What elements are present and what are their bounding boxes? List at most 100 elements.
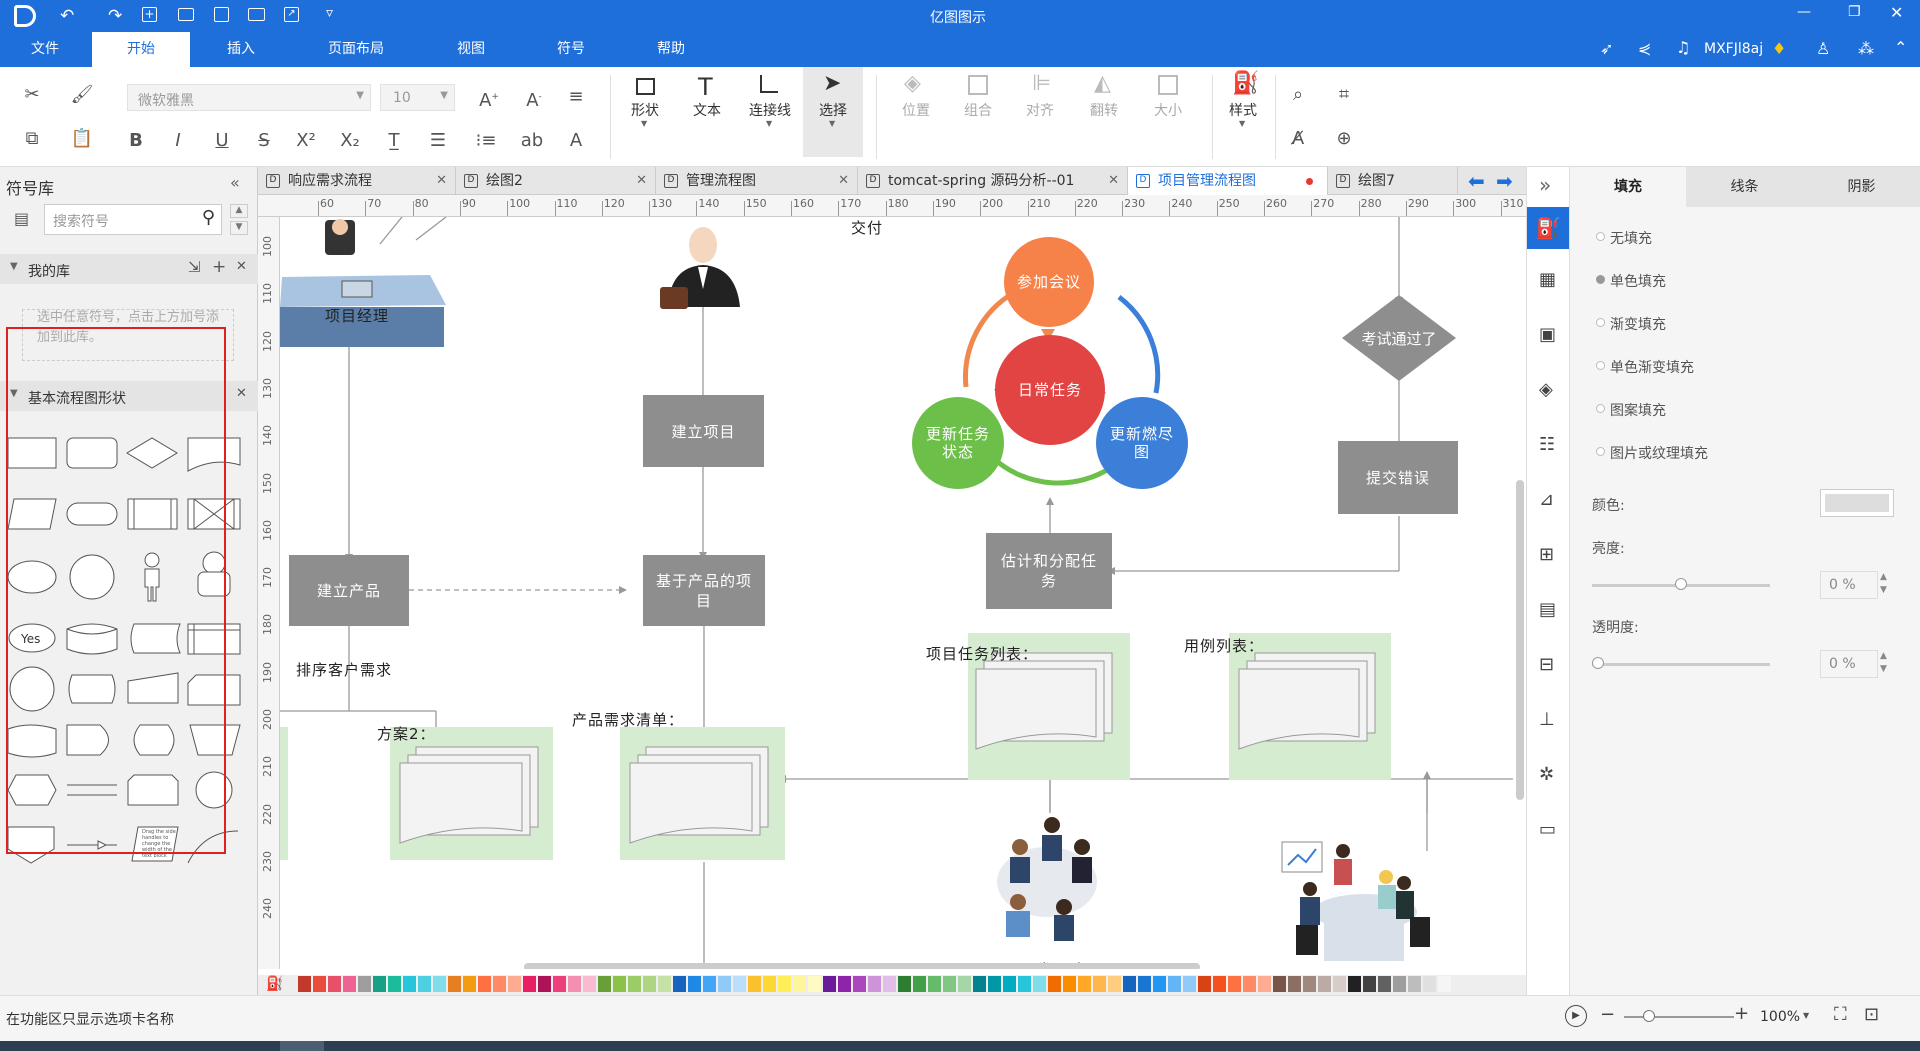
color-swatch[interactable] [718, 976, 731, 992]
color-swatch[interactable] [328, 976, 341, 992]
color-swatch[interactable] [1213, 976, 1226, 992]
search-icon[interactable]: ⚲ [202, 207, 215, 228]
color-swatch[interactable] [568, 976, 581, 992]
strikethrough-icon[interactable]: S [250, 129, 278, 153]
fill-color-icon[interactable]: ⛽ [266, 976, 283, 992]
close-icon[interactable]: ✕ [636, 167, 647, 195]
color-swatch[interactable] [853, 976, 866, 992]
search-input[interactable]: 搜索符号 ⚲ [44, 204, 222, 235]
undo-icon[interactable]: ↶ [60, 6, 74, 26]
radio-solid-fill[interactable] [1596, 275, 1605, 284]
color-swatch[interactable] [388, 976, 401, 992]
color-swatch[interactable] [703, 976, 716, 992]
submit-error-box[interactable]: 提交错误 [1338, 441, 1458, 514]
bullet-list-icon[interactable]: ⁝≡ [472, 129, 500, 153]
share-icon[interactable]: ⋞ [1638, 39, 1651, 58]
save-icon[interactable] [214, 7, 229, 22]
color-swatch[interactable] [778, 976, 791, 992]
color-swatch[interactable] [1138, 976, 1151, 992]
color-swatch[interactable] [358, 976, 371, 992]
color-swatch[interactable] [973, 976, 986, 992]
minimize-button[interactable]: — [1797, 4, 1811, 20]
build-product-box[interactable]: 建立产品 [289, 555, 409, 626]
color-swatch[interactable] [1318, 976, 1331, 992]
print-icon[interactable] [248, 8, 265, 21]
color-swatch[interactable] [1258, 976, 1271, 992]
import-icon[interactable]: ⇲ [188, 258, 201, 276]
shape-tool-button[interactable]: 形状 ▼ [620, 67, 670, 157]
color-swatch[interactable] [1108, 976, 1121, 992]
radio-gradient-fill[interactable] [1596, 318, 1605, 327]
color-swatch[interactable] [1438, 976, 1451, 992]
close-icon[interactable]: ✕ [436, 167, 447, 195]
tab-scroll-left-icon[interactable]: ⬅ [1468, 169, 1485, 193]
tab-insert[interactable]: 插入 [200, 32, 282, 67]
color-swatch[interactable] [1228, 976, 1241, 992]
fit-width-icon[interactable]: ⊡ [1864, 1004, 1879, 1025]
color-swatch[interactable] [658, 976, 671, 992]
tab-symbol[interactable]: 符号 [530, 32, 612, 67]
color-swatch[interactable] [883, 976, 896, 992]
collapse-ribbon-icon[interactable]: ⌃ [1894, 38, 1907, 57]
color-swatch[interactable] [673, 976, 686, 992]
color-swatch[interactable] [1333, 976, 1346, 992]
color-swatch[interactable] [433, 976, 446, 992]
transparency-input[interactable]: 0 % [1820, 650, 1878, 678]
bell-icon[interactable]: ♫ [1676, 38, 1690, 57]
text-tool-button[interactable]: T 文本 [682, 67, 732, 157]
add-icon[interactable]: + [212, 257, 226, 277]
paste-icon[interactable]: 📋 [68, 127, 96, 151]
italic-icon[interactable]: I [164, 129, 192, 153]
zoom-in-icon[interactable]: + [1734, 1003, 1749, 1024]
color-swatch[interactable] [988, 976, 1001, 992]
panel-tab-line[interactable]: 线条 [1686, 167, 1803, 207]
color-swatch[interactable] [313, 976, 326, 992]
tab-view[interactable]: 视图 [430, 32, 512, 67]
zoom-slider[interactable] [1624, 1016, 1734, 1018]
tab-page-layout[interactable]: 页面布局 [300, 32, 412, 67]
color-swatch[interactable] [1303, 976, 1316, 992]
color-swatch[interactable] [868, 976, 881, 992]
zoom-value[interactable]: 100% [1760, 1009, 1800, 1025]
color-swatch[interactable] [448, 976, 461, 992]
tab-scroll-right-icon[interactable]: ➡ [1496, 169, 1513, 193]
color-swatch[interactable] [1078, 976, 1091, 992]
color-swatch[interactable] [628, 976, 641, 992]
restore-button[interactable]: ❐ [1848, 4, 1861, 20]
expand-panel-icon[interactable]: » [1539, 173, 1551, 197]
color-swatch[interactable] [343, 976, 356, 992]
color-swatch[interactable] [1408, 976, 1421, 992]
radio-no-fill[interactable] [1596, 232, 1605, 241]
color-swatch[interactable] [898, 976, 911, 992]
color-swatch[interactable] [1063, 976, 1076, 992]
underline-icon[interactable]: U [208, 129, 236, 153]
doc-tab[interactable]: D 响应需求流程 ✕ [258, 167, 456, 195]
color-swatch[interactable] [763, 976, 776, 992]
font-color-icon[interactable]: A [562, 129, 590, 153]
crop-icon[interactable]: ⌗ [1330, 83, 1358, 107]
layers-panel-icon[interactable]: ◈ [1539, 379, 1553, 400]
color-swatch[interactable] [403, 976, 416, 992]
zoom-out-icon[interactable]: − [1600, 1004, 1615, 1025]
update-status-circle[interactable]: 更新任务状态 [912, 397, 1004, 489]
color-swatch[interactable] [508, 976, 521, 992]
color-swatch[interactable] [958, 976, 971, 992]
copy-icon[interactable]: ⧉ [18, 127, 46, 151]
color-swatch[interactable] [1123, 976, 1136, 992]
select-tool-button[interactable]: ➤ 选择 ▼ [803, 67, 863, 157]
shapes-panel-icon[interactable]: ▦ [1539, 269, 1556, 290]
color-swatch[interactable] [1003, 976, 1016, 992]
daily-task-circle[interactable]: 日常任务 [995, 335, 1105, 445]
panel-tab-fill[interactable]: 填充 [1570, 167, 1686, 207]
meeting-circle[interactable]: 参加会议 [1004, 237, 1094, 327]
color-swatch[interactable] [943, 976, 956, 992]
color-swatch[interactable] [913, 976, 926, 992]
color-swatch[interactable] [613, 976, 626, 992]
table-panel-icon[interactable]: ⊞ [1539, 544, 1554, 565]
color-swatch[interactable] [1018, 976, 1031, 992]
my-library-header[interactable]: ▼ 我的库 ⇲ + ✕ [0, 254, 258, 284]
font-size-select[interactable]: 10 ▼ [380, 84, 455, 111]
brightness-input[interactable]: 0 % [1820, 571, 1878, 599]
color-swatch[interactable] [538, 976, 551, 992]
insert-shape-icon[interactable]: ⊕ [1330, 127, 1358, 151]
